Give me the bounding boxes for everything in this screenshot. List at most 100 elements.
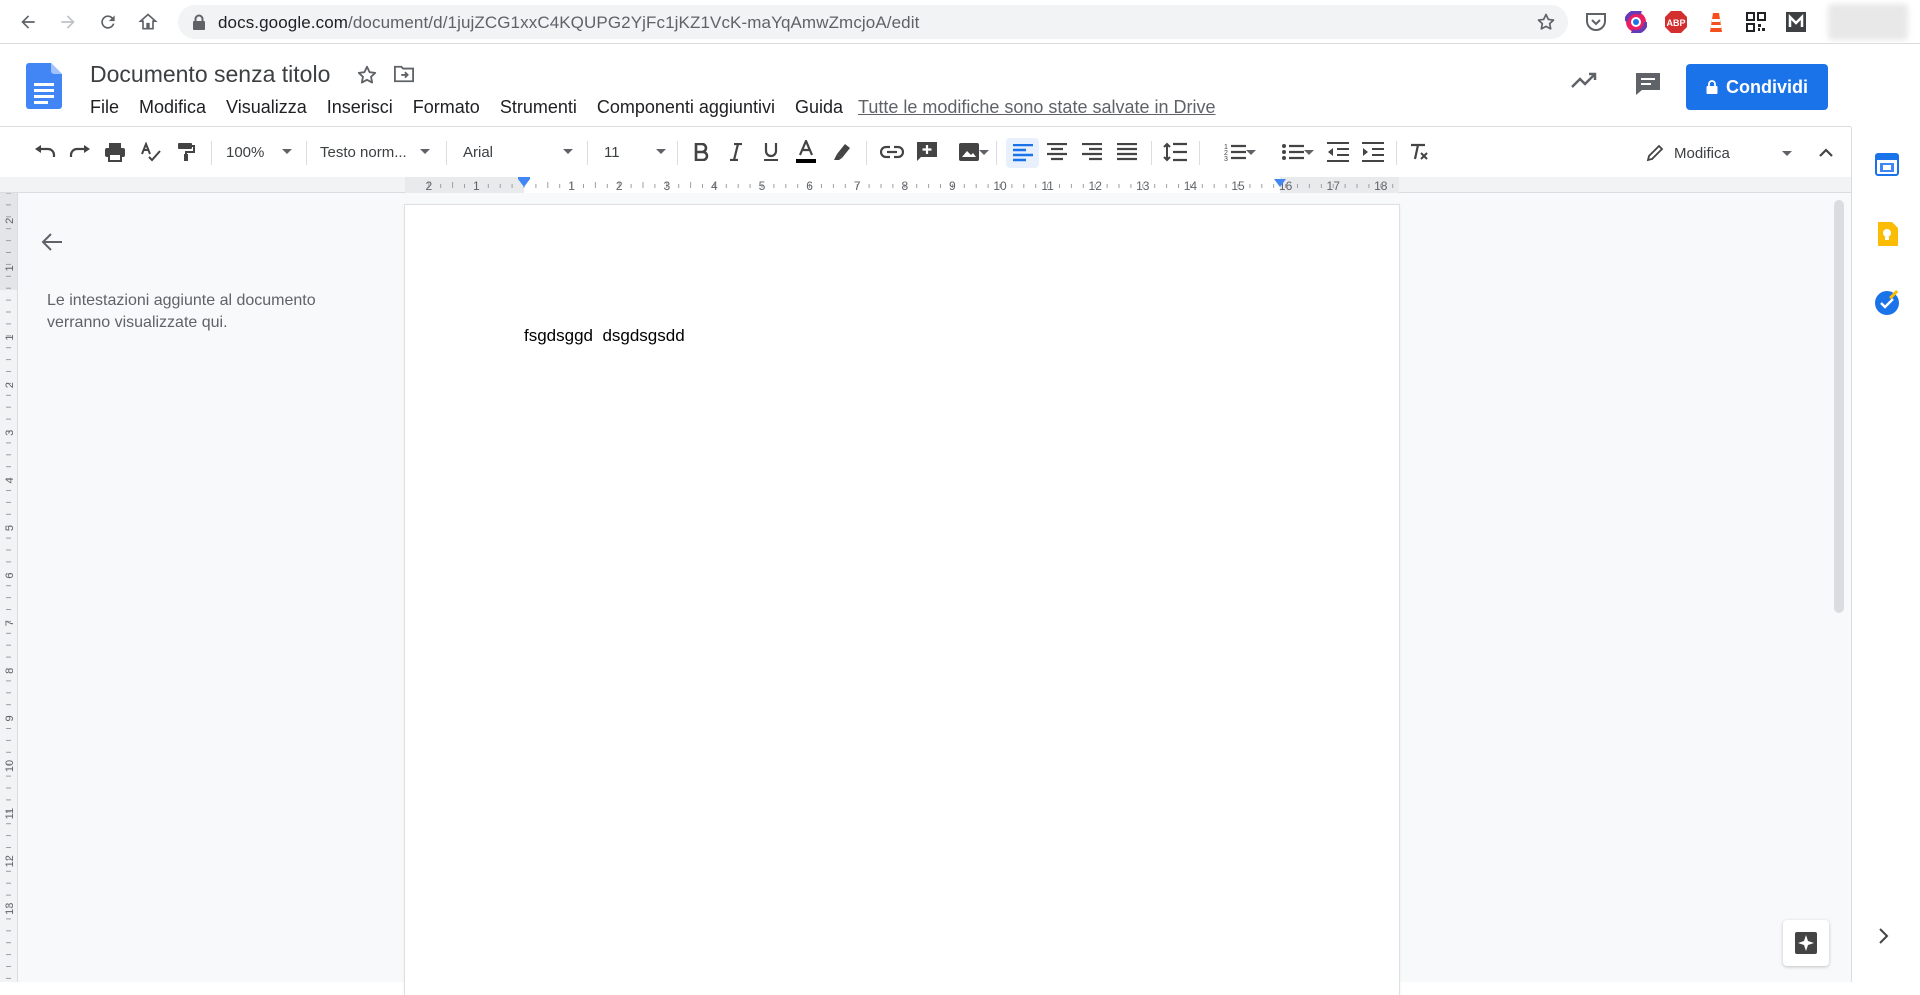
- ruler-label: 7: [854, 179, 861, 193]
- lighthouse-extension[interactable]: [1704, 10, 1728, 34]
- spellcheck-button[interactable]: [138, 139, 164, 165]
- share-button[interactable]: Condividi: [1686, 64, 1828, 110]
- ruler-label: 11: [1041, 179, 1054, 193]
- chevron-down-icon: [979, 150, 989, 155]
- font-family-select[interactable]: Arial: [463, 141, 576, 163]
- horizontal-ruler[interactable]: 2 1 1 2 3 4 5 6 7 8 9 10 11 12 13 14 15 16 17 18: [405, 177, 1399, 193]
- ruler-label: 2: [616, 179, 623, 193]
- editing-mode-select[interactable]: Modifica: [1646, 139, 1792, 167]
- docs-header: Documento senza titolo File Modifica Vis…: [0, 45, 1920, 127]
- redo-button[interactable]: [67, 139, 93, 165]
- bookmark-star-icon[interactable]: [1536, 12, 1556, 32]
- paragraph-style-select[interactable]: Testo norm...: [320, 141, 435, 163]
- highlight-color-button[interactable]: [829, 139, 855, 165]
- chevron-right-icon[interactable]: [1878, 927, 1890, 945]
- ruler-label: 1: [568, 179, 575, 193]
- document-title[interactable]: Documento senza titolo: [90, 61, 330, 88]
- reload-button[interactable]: [88, 0, 128, 44]
- text-color-button[interactable]: [793, 139, 819, 165]
- align-left-button[interactable]: [1006, 138, 1039, 168]
- forward-button[interactable]: [48, 0, 88, 44]
- line-spacing-icon: [1163, 142, 1187, 162]
- menu-insert[interactable]: Inserisci: [317, 95, 403, 120]
- vertical-scrollbar[interactable]: [1834, 200, 1844, 613]
- home-button[interactable]: [128, 0, 168, 44]
- arrow-left-icon[interactable]: [40, 232, 64, 252]
- save-status-link[interactable]: Tutte le modifiche sono state salvate in…: [858, 97, 1216, 118]
- qr-code-extension[interactable]: [1744, 10, 1768, 34]
- menu-help[interactable]: Guida: [785, 95, 853, 120]
- side-panel: [1851, 127, 1920, 982]
- comments-icon[interactable]: [1634, 71, 1662, 97]
- increase-indent-icon: [1362, 142, 1384, 162]
- underline-button[interactable]: [758, 139, 784, 165]
- insert-image-button[interactable]: [949, 139, 989, 165]
- line-spacing-button[interactable]: [1161, 139, 1189, 165]
- separator: [677, 141, 678, 165]
- font-size-value: 11: [604, 143, 620, 161]
- ruler-label: 12: [1089, 179, 1103, 193]
- separator: [996, 141, 997, 165]
- ruler-label: 6: [806, 179, 813, 193]
- italic-button[interactable]: [723, 139, 749, 165]
- pocket-extension[interactable]: [1584, 10, 1608, 34]
- ruler-label: 10: [4, 760, 16, 772]
- document-body-text[interactable]: fsgdsggd dsgdsgsdd: [524, 326, 685, 346]
- lighthouse-icon: [1710, 13, 1722, 32]
- zoom-select[interactable]: 100%: [226, 141, 296, 163]
- insert-comment-button[interactable]: [914, 139, 940, 165]
- bulleted-list-icon: [1282, 144, 1304, 160]
- ruler-label: 9: [4, 715, 16, 721]
- ruler-label: 5: [759, 179, 766, 193]
- pencil-icon: [1646, 144, 1664, 162]
- print-button[interactable]: [102, 139, 128, 165]
- keep-icon[interactable]: [1874, 221, 1900, 247]
- address-bar[interactable]: docs.google.com/document/d/1jujZCG1xxC4K…: [178, 5, 1568, 39]
- hide-menus-button[interactable]: [1813, 139, 1839, 165]
- adblock-icon: ABP: [1665, 11, 1687, 33]
- formatting-toolbar: 100% Testo norm... Arial 11 1 2 3 Modifi…: [0, 127, 1851, 177]
- activity-dashboard-icon[interactable]: [1570, 70, 1598, 90]
- clear-formatting-button[interactable]: [1406, 139, 1432, 165]
- menu-file[interactable]: File: [80, 95, 129, 120]
- calendar-icon[interactable]: [1874, 151, 1900, 177]
- align-justify-button[interactable]: [1114, 139, 1140, 165]
- tasks-icon[interactable]: [1874, 290, 1900, 316]
- docs-logo-icon[interactable]: [26, 63, 62, 109]
- move-to-folder-icon[interactable]: [393, 64, 415, 84]
- ruler-label: 4: [4, 477, 16, 483]
- explore-button[interactable]: [1783, 920, 1829, 966]
- decrease-indent-button[interactable]: [1325, 139, 1351, 165]
- separator: [1396, 141, 1397, 165]
- paint-format-button[interactable]: [173, 139, 199, 165]
- menu-edit[interactable]: Modifica: [129, 95, 216, 120]
- numbered-list-button[interactable]: 123: [1212, 139, 1258, 165]
- bulleted-list-button[interactable]: [1270, 139, 1316, 165]
- align-right-button[interactable]: [1079, 139, 1105, 165]
- bold-button[interactable]: [688, 139, 714, 165]
- menu-tools[interactable]: Strumenti: [490, 95, 587, 120]
- star-icon[interactable]: [356, 64, 378, 86]
- chrome-color-extension[interactable]: [1624, 10, 1648, 34]
- adblock-extension[interactable]: ABP: [1664, 10, 1688, 34]
- profile-avatar[interactable]: [1828, 4, 1908, 40]
- ruler-label: 5: [4, 525, 16, 531]
- print-icon: [105, 143, 125, 162]
- increase-indent-button[interactable]: [1360, 139, 1386, 165]
- font-size-select[interactable]: 11: [604, 141, 668, 163]
- document-page[interactable]: fsgdsggd dsgdsgsdd: [405, 205, 1399, 995]
- mailtrack-extension[interactable]: [1784, 10, 1808, 34]
- back-button[interactable]: [8, 0, 48, 44]
- vertical-ruler[interactable]: 2 1 1 2 3 4 5 6 7 8 9 10 11 12 13: [0, 193, 18, 982]
- separator: [211, 141, 212, 165]
- insert-link-button[interactable]: [878, 139, 906, 165]
- ruler-label: 12: [4, 855, 16, 867]
- menu-format[interactable]: Formato: [403, 95, 490, 120]
- menu-addons[interactable]: Componenti aggiuntivi: [587, 95, 785, 120]
- align-center-button[interactable]: [1044, 139, 1070, 165]
- lock-icon: [193, 14, 205, 30]
- ruler-label: 1: [4, 265, 16, 271]
- menu-view[interactable]: Visualizza: [216, 95, 317, 120]
- separator: [587, 141, 588, 165]
- undo-button[interactable]: [32, 139, 58, 165]
